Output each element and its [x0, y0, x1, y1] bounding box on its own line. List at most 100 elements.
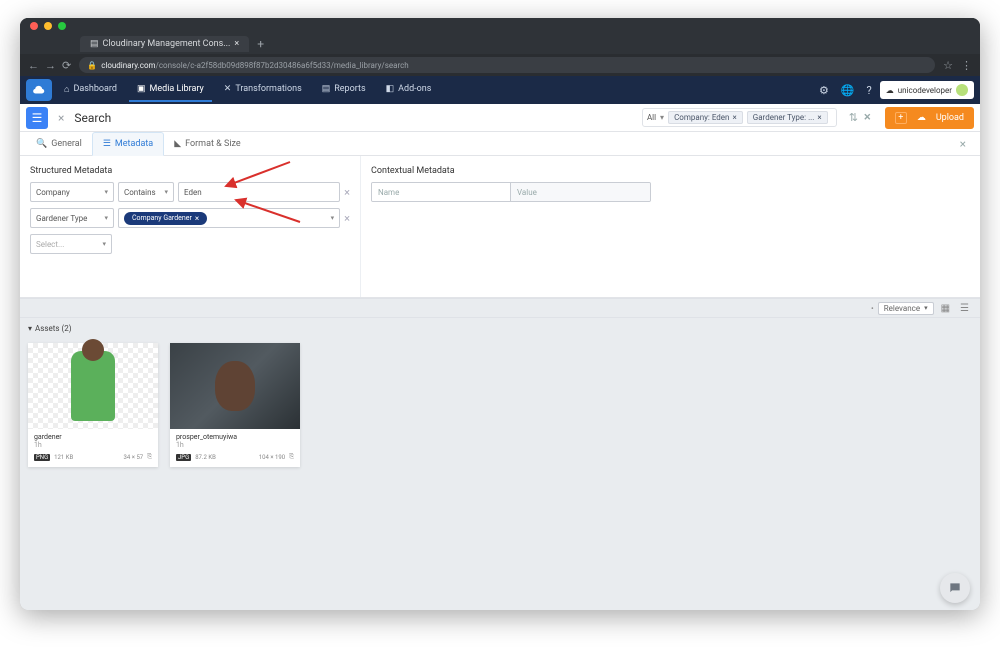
asset-dims: 34 × 57 — [124, 454, 144, 461]
user-label: unicodeveloper — [898, 86, 952, 95]
chip-remove-icon[interactable]: × — [817, 113, 821, 122]
addons-icon: ◧ — [386, 84, 395, 94]
tab-title: Cloudinary Management Cons... — [103, 39, 231, 49]
clear-search-icon[interactable]: × — [864, 110, 871, 125]
asset-name: gardener — [34, 433, 152, 441]
settings-sliders-icon[interactable]: ⇅ — [849, 111, 858, 124]
nav-media-library[interactable]: ▣Media Library — [129, 78, 212, 102]
asset-more-icon[interactable]: ⎘ — [147, 453, 152, 461]
operator-select[interactable]: Contains▾ — [118, 182, 174, 202]
search-bar: ☰ × Search All▾ Company: Eden× Gardener … — [20, 104, 980, 132]
nav-dashboard[interactable]: ⌂Dashboard — [56, 78, 125, 103]
help-icon[interactable]: ? — [863, 84, 876, 97]
metadata-filter-panel: Structured Metadata Company▾ Contains▾ E… — [20, 156, 980, 298]
extensions-icon[interactable]: ☆ — [943, 59, 953, 72]
search-tabs: 🔍General ☰Metadata ◣Format & Size × — [20, 132, 980, 156]
tag-remove-icon[interactable]: × — [195, 214, 199, 223]
format-badge: JPG — [176, 454, 191, 461]
sort-select[interactable]: Relevance▾ — [878, 302, 934, 315]
field-select[interactable]: Gardener Type▾ — [30, 208, 114, 228]
structured-metadata-title: Structured Metadata — [30, 166, 350, 176]
nav-transformations[interactable]: ✕Transformations — [216, 78, 310, 102]
panel-close-icon[interactable]: × — [952, 137, 974, 151]
cloud-upload-icon: ☁ — [917, 113, 926, 123]
asset-size: 121 KB — [54, 454, 73, 461]
reload-icon[interactable]: ⟳ — [62, 59, 71, 72]
lock-icon: 🔒 — [87, 61, 97, 70]
remove-row-icon[interactable]: × — [344, 212, 350, 225]
address-bar[interactable]: 🔒 cloudinary.com /console/c-a2f58db09d89… — [79, 57, 935, 73]
app-logo[interactable] — [26, 79, 52, 101]
add-field-select[interactable]: Select...▾ — [30, 234, 112, 254]
close-icon[interactable]: × — [54, 111, 68, 125]
remove-row-icon[interactable]: × — [344, 186, 350, 199]
asset-size: 87.2 KB — [195, 454, 216, 461]
traffic-min[interactable] — [44, 22, 52, 30]
cloud-icon: ☁ — [886, 86, 894, 95]
tab-close-icon[interactable]: × — [234, 39, 239, 49]
back-icon[interactable]: ← — [28, 59, 39, 72]
page-title: Search — [74, 111, 111, 125]
search-panel-toggle[interactable]: ☰ — [26, 107, 48, 129]
ctx-value-input[interactable]: Value — [511, 183, 650, 201]
asset-card[interactable]: prosper_otemuyiwa 1h JPG 87.2 KB 104 × 1… — [170, 343, 300, 467]
assets-count: Assets (2) — [35, 324, 71, 333]
list-view-icon[interactable]: ☰ — [957, 303, 972, 314]
upload-button[interactable]: + ☁ Upload — [885, 107, 974, 129]
tab-format[interactable]: ◣Format & Size — [164, 133, 250, 155]
list-icon: ☰ — [103, 139, 111, 149]
format-badge: PNG — [34, 454, 50, 461]
url-domain: cloudinary.com — [101, 61, 155, 70]
grid-view-icon[interactable]: ▦ — [938, 303, 953, 314]
filter-chip[interactable]: Gardener Type: ...× — [747, 111, 828, 124]
pin-icon[interactable]: • — [871, 304, 874, 313]
traffic-close[interactable] — [30, 22, 38, 30]
assets-grid: gardener 1h PNG 121 KB 34 × 57 ⎘ prosper… — [20, 339, 980, 610]
new-tab-button[interactable]: + — [249, 37, 272, 51]
active-filters-bar[interactable]: All▾ Company: Eden× Gardener Type: ...× — [642, 108, 837, 127]
asset-thumbnail — [170, 343, 300, 429]
globe-icon[interactable]: 🌐 — [837, 84, 859, 97]
asset-more-icon[interactable]: ⎘ — [289, 453, 294, 461]
traffic-max[interactable] — [58, 22, 66, 30]
plus-icon: + — [895, 112, 907, 124]
filter-chip[interactable]: Company: Eden× — [668, 111, 743, 124]
gear-icon[interactable]: ⚙ — [815, 84, 833, 97]
scope-label: All — [647, 113, 656, 122]
asset-thumbnail — [28, 343, 158, 429]
field-select[interactable]: Company▾ — [30, 182, 114, 202]
nav-addons[interactable]: ◧Add-ons — [378, 78, 440, 102]
value-multiselect[interactable]: Company Gardener×▾ — [118, 208, 340, 228]
assets-count-row: ▾ Assets (2) — [20, 318, 980, 339]
forward-icon[interactable]: → — [45, 59, 56, 72]
chevron-down-icon[interactable]: ▾ — [28, 324, 32, 333]
asset-card[interactable]: gardener 1h PNG 121 KB 34 × 57 ⎘ — [28, 343, 158, 467]
value-input[interactable]: Eden — [178, 182, 340, 202]
browser-tab[interactable]: ▤ Cloudinary Management Cons... × — [80, 36, 249, 52]
search-icon: 🔍 — [36, 139, 47, 149]
tab-general[interactable]: 🔍General — [26, 133, 92, 155]
url-path: /console/c-a2f58db09d898f87b2d30486a6f5d… — [156, 61, 409, 70]
browser-toolbar: ← → ⟳ 🔒 cloudinary.com /console/c-a2f58d… — [20, 54, 980, 76]
nav-reports[interactable]: ▤Reports — [314, 78, 374, 102]
asset-dims: 104 × 190 — [259, 454, 285, 461]
chat-fab[interactable] — [940, 573, 970, 603]
media-icon: ▣ — [137, 84, 146, 94]
transform-icon: ✕ — [224, 84, 232, 94]
tab-metadata[interactable]: ☰Metadata — [92, 132, 164, 156]
ctx-name-input[interactable]: Name — [372, 183, 511, 201]
browser-tabstrip: ▤ Cloudinary Management Cons... × + — [20, 34, 980, 54]
asset-age: 1h — [176, 441, 294, 449]
menu-icon[interactable]: ⋮ — [961, 59, 972, 72]
macos-titlebar — [20, 18, 980, 34]
assets-toolbar: • Relevance▾ ▦ ☰ — [20, 298, 980, 318]
tab-favicon: ▤ — [90, 39, 99, 49]
user-menu[interactable]: ☁ unicodeveloper — [880, 81, 974, 99]
reports-icon: ▤ — [322, 84, 331, 94]
asset-age: 1h — [34, 441, 152, 449]
format-icon: ◣ — [174, 139, 181, 149]
contextual-pair-input[interactable]: Name Value — [371, 182, 651, 202]
app-topnav: ⌂Dashboard ▣Media Library ✕Transformatio… — [20, 76, 980, 104]
selected-tag[interactable]: Company Gardener× — [124, 212, 207, 225]
chip-remove-icon[interactable]: × — [732, 113, 736, 122]
